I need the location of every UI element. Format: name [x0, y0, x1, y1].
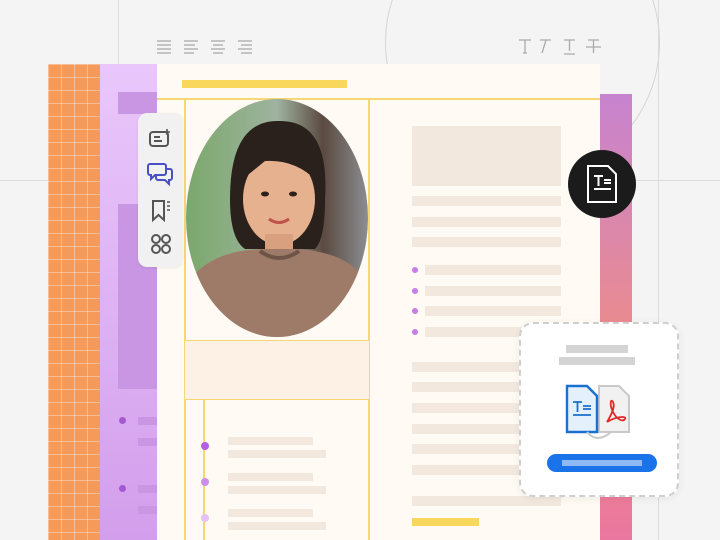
text-document-badge [568, 150, 636, 218]
align-justify-icon [184, 40, 198, 54]
edit-text-icon[interactable] [148, 127, 174, 151]
convert-text-to-pdf-icon [565, 384, 630, 439]
text-icon [519, 39, 531, 54]
convert-progress-bar[interactable] [547, 454, 657, 472]
align-center-icon [211, 40, 225, 54]
text-document-icon [565, 384, 599, 434]
pdf-icon [598, 385, 630, 433]
align-right-icon [238, 40, 252, 54]
title-placeholder [182, 80, 347, 88]
italic-text-icon [540, 39, 551, 54]
align-left-icon [157, 40, 171, 54]
convert-card [519, 322, 679, 497]
strikethrough-text-icon [586, 39, 601, 53]
side-toolbar [138, 113, 183, 267]
progress-fill [562, 460, 642, 466]
comment-icon[interactable] [147, 161, 175, 187]
text-document-icon [587, 165, 617, 203]
underline-text-icon [564, 39, 575, 55]
bookmark-icon[interactable] [150, 199, 174, 223]
profile-photo [186, 99, 368, 337]
orange-grid-panel [48, 64, 108, 540]
top-toolbar [157, 40, 252, 54]
apps-icon[interactable] [150, 233, 172, 255]
text-style-toolbar [519, 39, 601, 55]
